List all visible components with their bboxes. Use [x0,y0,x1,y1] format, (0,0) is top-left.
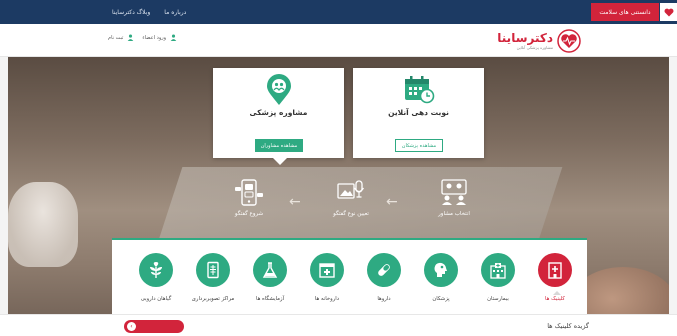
featured-clinics-heading: گزیده کلینیک ها [547,322,589,330]
consult-title: مشاوره پزشکی [249,108,308,117]
category-label: آزمایشگاه ها [255,296,285,302]
site-header: ثبت نام ورود اعضاء دکترساینا مشاوره پزشک… [0,24,677,57]
herb-icon [150,262,162,278]
category-drugs[interactable]: داروها [359,253,409,302]
all-clinics-button[interactable]: ‹ [124,320,184,333]
category-label: مراکز تصویربرداری [191,296,235,302]
category-labs[interactable]: آزمایشگاه ها [245,253,295,302]
pill-icon [378,264,390,276]
register-label: ثبت نام [108,34,124,41]
flask-icon [262,262,278,278]
top-bar: وبلاگ دکترساینا درباره ما دانستنی های سل… [0,0,677,24]
heart-icon[interactable] [660,3,677,21]
login-label: ورود اعضاء [142,34,167,41]
register-link[interactable]: ثبت نام [108,34,134,41]
view-consultants-button[interactable]: مشاهده مشاوران [255,139,303,152]
calendar-icon [404,76,434,104]
arrow-left-icon: ← [386,194,398,210]
site-logo[interactable]: دکترساینا مشاوره پزشکی آنلاین [497,27,581,55]
appointment-card: نوبت دهی آنلاین مشاهده پزشکان [353,68,484,158]
category-imaging[interactable]: مراکز تصویربرداری [188,253,238,302]
view-doctors-button[interactable]: مشاهده پزشکان [395,139,443,152]
category-label: داروخانه ها [314,296,340,302]
category-label: کلینیک ها [545,296,565,302]
category-label: پزشکان [432,296,450,302]
top-links: وبلاگ دکترساینا درباره ما [112,0,186,24]
step-label: شروع گفتگو [234,211,264,217]
consult-card: مشاوره پزشکی مشاهده مشاوران [213,68,344,165]
consult-icon [266,74,291,105]
about-link[interactable]: درباره ما [164,9,186,16]
pharmacy-icon [319,263,335,278]
category-label: گیاهان دارویی [140,296,172,302]
chevron-left-icon: ‹ [127,322,136,331]
category-herbs[interactable]: گیاهان دارویی [131,253,181,302]
logo-name: دکترساینا [497,31,553,45]
user-icon [170,34,177,41]
featured-clinics-bar: ‹ گزیده کلینیک ها [0,314,677,336]
process-steps: انتخاب مشاور ← تعیین نوع گفتگو ← شروع گف… [209,176,489,228]
category-doctors[interactable]: پزشکان [416,253,466,302]
hero-cup-image [8,182,78,267]
user-add-icon [128,34,134,41]
arrow-left-icon: ← [289,194,301,210]
appointment-title: نوبت دهی آنلاین [388,108,449,117]
category-clinics[interactable]: کلینیک ها [530,253,580,302]
health-news-tab[interactable]: دانستنی های سلامت [591,3,659,21]
category-bar: کلینیک ها بیمارستان پزشکان داروها داروخا… [112,238,587,314]
step-label: تعیین نوع گفتگو [333,211,369,217]
category-label: بیمارستان [487,296,509,302]
logo-tagline: مشاوره پزشکی آنلاین [516,45,553,50]
phone-chat-icon [235,179,263,206]
login-link[interactable]: ورود اعضاء [142,34,177,41]
media-type-icon [337,180,365,199]
category-hospital[interactable]: بیمارستان [473,253,523,302]
step-label: انتخاب مشاور [438,211,470,217]
doctor-icon [434,262,447,277]
clinic-icon [548,262,562,279]
xray-icon [207,261,219,279]
auth-links: ثبت نام ورود اعضاء [108,34,177,41]
category-label: داروها [377,296,391,302]
hospital-icon [490,263,506,279]
consultants-icon [441,179,467,205]
blog-link[interactable]: وبلاگ دکترساینا [112,9,150,16]
logo-mark-icon [557,29,581,53]
category-pharmacies[interactable]: داروخانه ها [302,253,352,302]
